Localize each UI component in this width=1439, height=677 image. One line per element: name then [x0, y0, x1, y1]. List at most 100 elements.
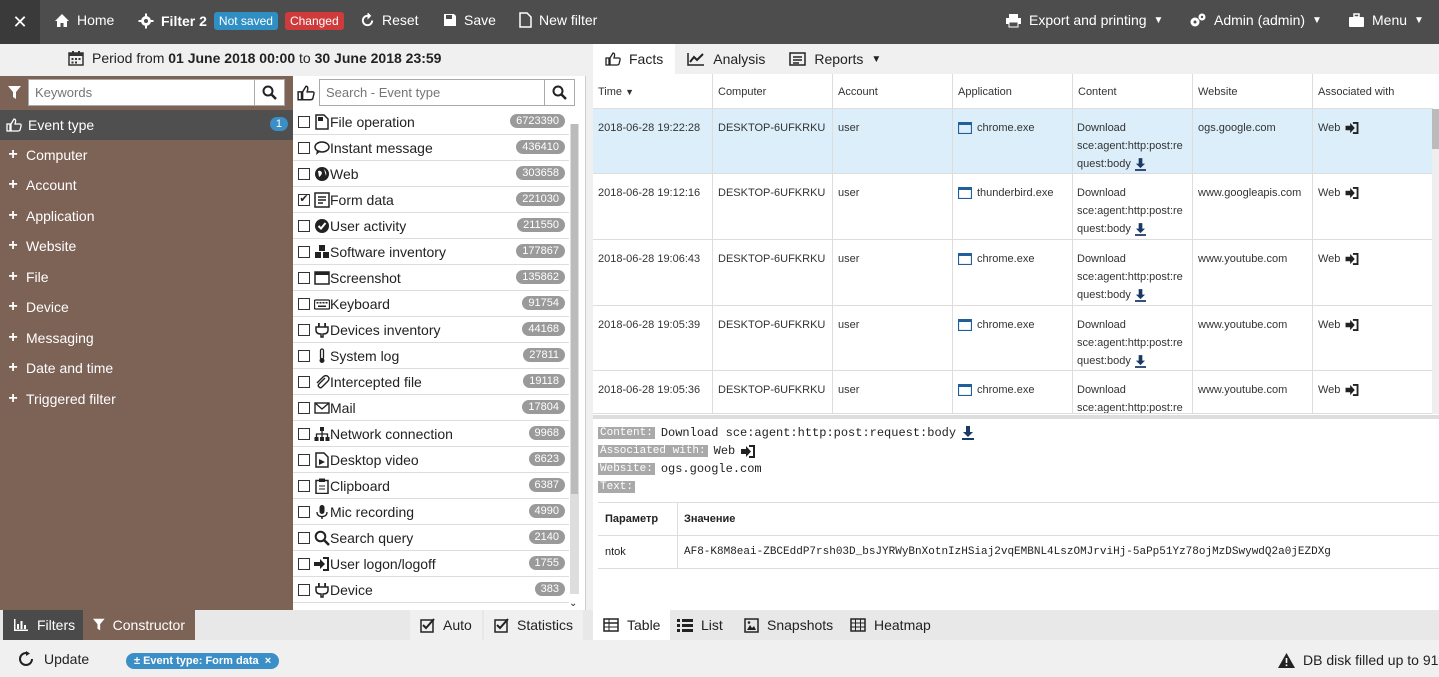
category-date-time[interactable]: + Date and time [0, 353, 293, 383]
category-website[interactable]: + Website [0, 231, 293, 261]
checkbox[interactable] [298, 453, 310, 466]
checkbox[interactable] [298, 401, 310, 414]
download-icon[interactable] [1134, 157, 1146, 171]
event-type-row[interactable]: Screenshot 135862 [293, 265, 569, 291]
status-bar: Update ± Event type: Form data × DB disk… [0, 640, 1439, 677]
checkbox[interactable] [298, 115, 310, 128]
download-icon[interactable] [1134, 222, 1146, 236]
tab-facts[interactable]: Facts [593, 44, 676, 74]
admin-menu[interactable]: Admin (admin) ▼ [1189, 12, 1322, 28]
column-header-associated[interactable]: Associated with [1313, 74, 1433, 108]
checkbox[interactable] [298, 297, 310, 310]
category-application[interactable]: + Application [0, 201, 293, 231]
scroll-down-icon[interactable]: ⌄ [569, 598, 577, 609]
event-type-row[interactable]: User activity 211550 [293, 213, 569, 239]
tab-analysis[interactable]: Analysis [675, 44, 777, 74]
category-computer[interactable]: + Computer [0, 140, 293, 170]
checkbox[interactable] [298, 271, 310, 284]
checkbox[interactable] [298, 219, 310, 232]
event-type-row[interactable]: Software inventory 177867 [293, 239, 569, 265]
column-header-website[interactable]: Website [1193, 74, 1313, 108]
event-type-row[interactable]: Keyboard 91754 [293, 291, 569, 317]
results-scrollbar[interactable] [1432, 109, 1439, 414]
checkbox[interactable] [298, 167, 310, 180]
chip-close-icon[interactable]: × [265, 655, 271, 667]
column-header-time[interactable]: Time ▼ [593, 74, 713, 108]
tab-filters[interactable]: Filters [3, 610, 86, 640]
view-snapshots[interactable]: Snapshots [734, 610, 843, 640]
checkbox[interactable] [298, 583, 310, 596]
statistics-toggle[interactable]: Statistics [484, 610, 584, 640]
column-header-computer[interactable]: Computer [713, 74, 833, 108]
view-list[interactable]: List [667, 610, 733, 640]
checkbox[interactable] [298, 531, 310, 544]
event-type-row[interactable]: File operation 6723390 [293, 109, 569, 135]
checkbox[interactable] [298, 557, 310, 570]
download-icon[interactable] [1134, 288, 1146, 302]
table-row[interactable]: 2018-06-28 19:05:39 DESKTOP-6UFKRKU user ch… [593, 306, 1433, 371]
checkbox[interactable] [298, 505, 310, 518]
auto-toggle[interactable]: Auto [410, 610, 482, 640]
checkbox[interactable]: ✔ [298, 193, 310, 206]
event-type-row[interactable]: Mail 17804 [293, 395, 569, 421]
checkbox[interactable] [298, 427, 310, 440]
tab-constructor[interactable]: Constructor [83, 610, 195, 640]
home-button[interactable]: Home [54, 12, 114, 28]
checkbox[interactable] [298, 245, 310, 258]
event-type-row[interactable]: Network connection 9968 [293, 421, 569, 447]
reset-button[interactable]: Reset [360, 12, 419, 28]
keywords-search-button[interactable] [254, 80, 284, 105]
period-selector[interactable]: Period from 01 June 2018 00:00 to 30 Jun… [68, 50, 441, 66]
tab-reports[interactable]: Reports ▼ [777, 44, 893, 74]
category-device[interactable]: + Device [0, 292, 293, 322]
download-icon[interactable] [1134, 354, 1146, 368]
table-row[interactable]: 2018-06-28 19:22:28 DESKTOP-6UFKRKU user ch… [593, 109, 1433, 174]
close-button[interactable]: ✕ [0, 0, 40, 44]
event-list-scrollbar[interactable] [570, 124, 579, 594]
event-type-row[interactable]: Instant message 436410 [293, 135, 569, 161]
event-type-search-input[interactable] [320, 80, 544, 105]
table-row[interactable]: 2018-06-28 19:12:16 DESKTOP-6UFKRKU user th… [593, 174, 1433, 240]
view-heatmap[interactable]: Heatmap [840, 610, 941, 640]
main-menu[interactable]: Menu ▼ [1348, 12, 1424, 28]
category-triggered-filter[interactable]: + Triggered filter [0, 384, 293, 414]
checkbox[interactable] [298, 349, 310, 362]
update-button[interactable]: Update [18, 651, 89, 667]
keywords-input[interactable] [29, 80, 254, 105]
event-type-row[interactable]: Devices inventory 44168 [293, 317, 569, 343]
checkbox[interactable] [298, 375, 310, 388]
checkbox[interactable] [298, 141, 310, 154]
column-header-account[interactable]: Account [833, 74, 953, 108]
event-type-row[interactable]: Mic recording 4990 [293, 499, 569, 525]
export-menu[interactable]: Export and printing ▼ [1005, 12, 1163, 28]
event-type-row[interactable]: User logon/logoff 1755 [293, 551, 569, 577]
new-filter-button[interactable]: New filter [519, 12, 597, 28]
event-type-row[interactable]: Desktop video 8623 [293, 447, 569, 473]
column-header-content[interactable]: Content [1073, 74, 1193, 108]
event-count-badge: 383 [534, 582, 565, 596]
event-type-row[interactable]: Intercepted file 19118 [293, 369, 569, 395]
event-type-row[interactable]: System log 27811 [293, 343, 569, 369]
event-type-row[interactable]: Web 303658 [293, 161, 569, 187]
category-account[interactable]: + Account [0, 170, 293, 200]
event-type-row[interactable]: ✔ Form data 221030 [293, 187, 569, 213]
category-messaging[interactable]: + Messaging [0, 323, 293, 353]
category-event-type[interactable]: Event type 1 [0, 110, 293, 140]
event-type-search-button[interactable] [544, 80, 574, 105]
pane-splitter[interactable] [593, 415, 1439, 419]
scroll-thumb[interactable] [571, 124, 578, 494]
scroll-thumb[interactable] [1432, 109, 1439, 149]
active-filter-chip[interactable]: ± Event type: Form data × [126, 653, 280, 669]
event-type-row[interactable]: Clipboard 6387 [293, 473, 569, 499]
event-type-row[interactable]: Device 383 [293, 577, 569, 603]
checkbox[interactable] [298, 323, 310, 336]
download-icon[interactable] [962, 426, 975, 440]
table-row[interactable]: 2018-06-28 19:06:43 DESKTOP-6UFKRKU user ch… [593, 240, 1433, 306]
view-table[interactable]: Table [593, 610, 671, 640]
checkbox[interactable] [298, 479, 310, 492]
event-type-row[interactable]: Search query 2140 [293, 525, 569, 551]
save-button[interactable]: Save [443, 12, 496, 28]
table-row[interactable]: 2018-06-28 19:05:36 DESKTOP-6UFKRKU user ch… [593, 371, 1433, 414]
column-header-application[interactable]: Application [953, 74, 1073, 108]
category-file[interactable]: + File [0, 262, 293, 292]
